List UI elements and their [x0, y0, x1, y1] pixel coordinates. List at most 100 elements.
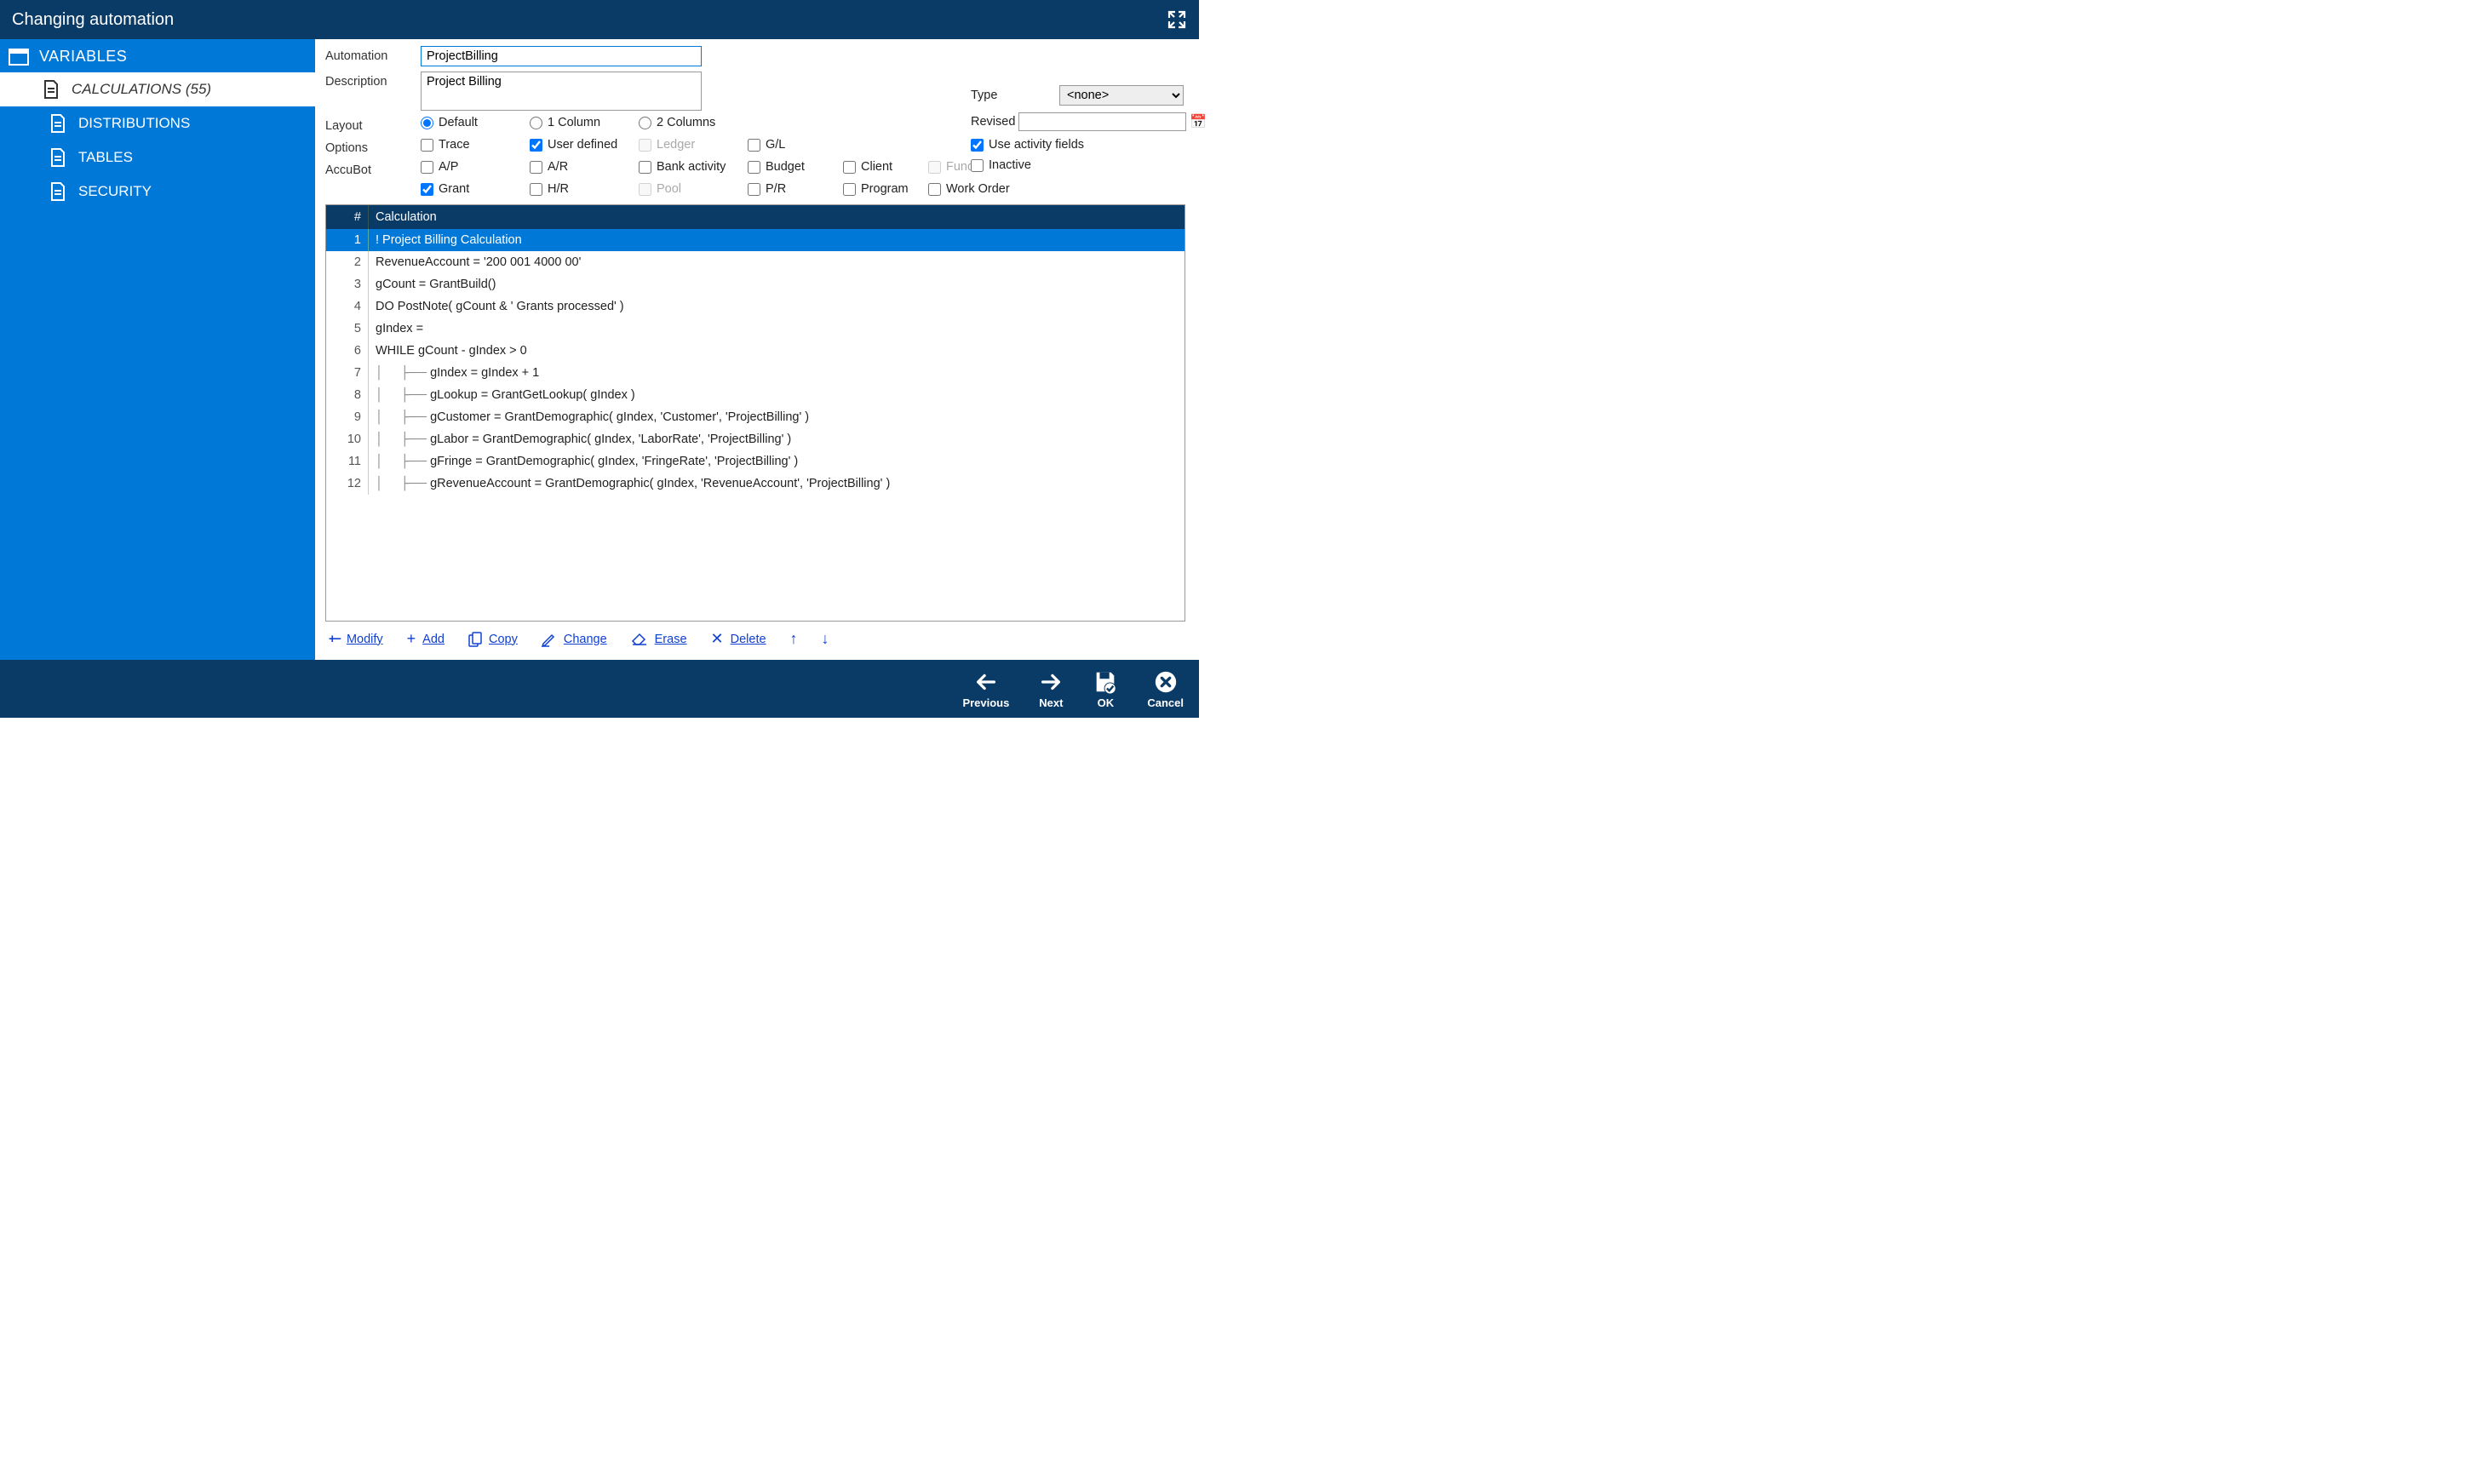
automation-input[interactable] [421, 46, 702, 66]
sidebar-items: CALCULATIONS (55) DISTRIBUTIONS TABLES SECU… [0, 72, 315, 209]
footer: Previous Next OK Cancel [0, 660, 1199, 718]
row-number: 9 [326, 406, 369, 428]
ok-button[interactable]: OK [1093, 669, 1118, 709]
description-label: Description [325, 72, 421, 89]
accubot-check[interactable]: Program [843, 182, 928, 196]
calculation-grid[interactable]: # Calculation 1! Project Billing Calcula… [325, 204, 1185, 622]
accubot-check[interactable]: A/R [530, 160, 639, 174]
row-number: 4 [326, 295, 369, 318]
row-number: 5 [326, 318, 369, 340]
maximize-icon[interactable] [1167, 9, 1187, 30]
eraser-icon [631, 633, 648, 646]
next-button[interactable]: Next [1038, 669, 1064, 709]
grid-row[interactable]: 4DO PostNote( gCount & ' Grants processe… [326, 295, 1185, 318]
window: Changing automation VARIABLES CALCULATIO… [0, 0, 1199, 718]
grid-row[interactable]: 1! Project Billing Calculation [326, 229, 1185, 251]
accubot-check[interactable]: Budget [748, 160, 843, 174]
revised-input[interactable] [1018, 112, 1186, 131]
layout-radio[interactable]: Default [421, 116, 530, 129]
previous-button[interactable]: Previous [962, 669, 1009, 709]
row-text: │ ├── gIndex = gIndex + 1 [369, 362, 1185, 384]
accubot-check: Pool [639, 182, 748, 196]
layout-radio[interactable]: 1 Column [530, 116, 639, 129]
sidebar-item-label: CALCULATIONS (55) [72, 81, 211, 98]
type-select[interactable]: <none> [1059, 85, 1184, 106]
row-text: RevenueAccount = '200 001 4000 00' [369, 251, 1185, 273]
type-label: Type [971, 89, 1056, 102]
description-input[interactable] [421, 72, 702, 111]
layout-label: Layout [325, 116, 421, 133]
row-text: gCount = GrantBuild() [369, 273, 1185, 295]
inactive-check[interactable]: Inactive [971, 158, 1031, 172]
grid-row[interactable]: 12│ ├── gRevenueAccount = GrantDemograph… [326, 473, 1185, 495]
move-up-button[interactable]: ↑ [790, 630, 798, 648]
grid-header: # Calculation [326, 205, 1185, 229]
layout-radio[interactable]: 2 Columns [639, 116, 748, 129]
row-text: DO PostNote( gCount & ' Grants processed… [369, 295, 1185, 318]
file-icon [49, 181, 66, 202]
erase-button[interactable]: Erase [631, 633, 687, 646]
row-number: 7 [326, 362, 369, 384]
delete-button[interactable]: ✕ Delete [711, 630, 766, 648]
file-icon [49, 113, 66, 134]
change-button[interactable]: Change [542, 632, 607, 647]
use-activity-check[interactable]: Use activity fields [971, 138, 1084, 152]
sidebar-item[interactable]: DISTRIBUTIONS [0, 106, 315, 140]
cancel-button[interactable]: Cancel [1147, 669, 1184, 709]
accubot-check[interactable]: H/R [530, 182, 639, 196]
grid-row[interactable]: 10│ ├── gLabor = GrantDemographic( gInde… [326, 428, 1185, 450]
option-check: Ledger [639, 138, 748, 152]
grid-row[interactable]: 11│ ├── gFringe = GrantDemographic( gInd… [326, 450, 1185, 473]
plus-minus-icon: +− [329, 633, 340, 646]
window-title: Changing automation [12, 10, 174, 30]
accubot-check[interactable]: Client [843, 160, 928, 174]
grid-row[interactable]: 9│ ├── gCustomer = GrantDemographic( gIn… [326, 406, 1185, 428]
grid-header-calc: Calculation [369, 205, 1185, 229]
modify-button[interactable]: +− Modify [329, 633, 383, 646]
row-number: 10 [326, 428, 369, 450]
add-button[interactable]: + Add [407, 630, 445, 648]
grid-row[interactable]: 3gCount = GrantBuild() [326, 273, 1185, 295]
action-row: +− Modify + Add Copy Change Erase [315, 622, 1199, 660]
accubot-check[interactable]: Bank activity [639, 160, 748, 174]
file-icon [49, 147, 66, 168]
accubot-check[interactable]: Grant [421, 182, 530, 196]
arrow-right-icon [1038, 669, 1064, 695]
calendar-icon[interactable]: 📅 [1190, 113, 1207, 130]
accubot-check[interactable]: Work Order [928, 182, 1022, 196]
row-text: │ ├── gLabor = GrantDemographic( gIndex,… [369, 428, 1185, 450]
accubot-check[interactable]: A/P [421, 160, 530, 174]
body: VARIABLES CALCULATIONS (55) DISTRIBUTIONS… [0, 39, 1199, 660]
sidebar-item-label: SECURITY [78, 183, 152, 200]
pencil-icon [542, 632, 557, 647]
row-text: ! Project Billing Calculation [369, 229, 1185, 251]
option-check[interactable]: Trace [421, 138, 530, 152]
sidebar-item[interactable]: SECURITY [0, 175, 315, 209]
grid-row[interactable]: 7│ ├── gIndex = gIndex + 1 [326, 362, 1185, 384]
option-check[interactable]: User defined [530, 138, 639, 152]
grid-row[interactable]: 2RevenueAccount = '200 001 4000 00' [326, 251, 1185, 273]
sidebar-item[interactable]: CALCULATIONS (55) [0, 72, 315, 106]
row-number: 2 [326, 251, 369, 273]
sidebar: VARIABLES CALCULATIONS (55) DISTRIBUTIONS… [0, 39, 315, 660]
option-check[interactable]: G/L [748, 138, 843, 152]
grid-row[interactable]: 6WHILE gCount - gIndex > 0 [326, 340, 1185, 362]
row-number: 12 [326, 473, 369, 495]
copy-button[interactable]: Copy [468, 632, 518, 647]
arrow-left-icon [973, 669, 999, 695]
row-text: WHILE gCount - gIndex > 0 [369, 340, 1185, 362]
row-number: 6 [326, 340, 369, 362]
move-down-button[interactable]: ↓ [822, 630, 829, 648]
accubot-label: AccuBot [325, 160, 421, 177]
row-number: 11 [326, 450, 369, 473]
cancel-icon [1153, 669, 1179, 695]
sidebar-item[interactable]: TABLES [0, 140, 315, 175]
row-text: │ ├── gFringe = GrantDemographic( gIndex… [369, 450, 1185, 473]
x-icon: ✕ [711, 630, 724, 648]
row-text: │ ├── gCustomer = GrantDemographic( gInd… [369, 406, 1185, 428]
grid-row[interactable]: 8│ ├── gLookup = GrantGetLookup( gIndex … [326, 384, 1185, 406]
sidebar-header[interactable]: VARIABLES [0, 39, 315, 72]
sidebar-item-label: DISTRIBUTIONS [78, 115, 190, 132]
grid-row[interactable]: 5gIndex = [326, 318, 1185, 340]
accubot-check[interactable]: P/R [748, 182, 843, 196]
